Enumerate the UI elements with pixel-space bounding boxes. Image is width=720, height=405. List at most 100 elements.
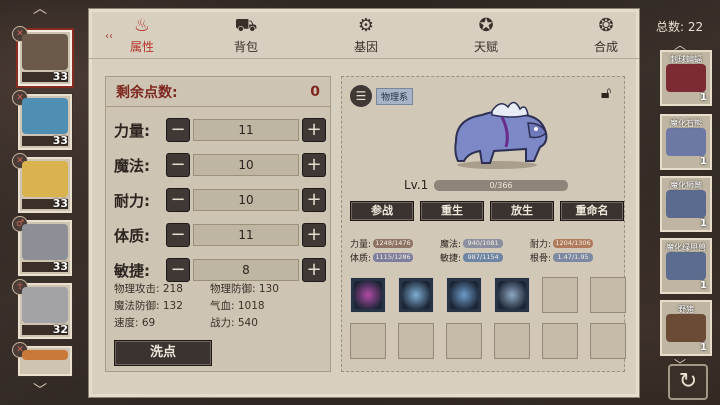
hero-card[interactable]: ✕ — [12, 342, 72, 376]
empty-skill-slot[interactable] — [350, 323, 386, 359]
main-panel: ‹‹ ♨ 属性 ⛟ 背包 ⚙ 基因 ✪ 天赋 ❂ 合成 剩余点数: 0 力量: −… — [88, 8, 640, 398]
pet-thumbnail — [666, 252, 706, 280]
pet-aptitude-bar: 1.47/1.95 — [553, 253, 594, 262]
flame-icon: ♨ — [133, 15, 151, 36]
tab-craft[interactable]: ❂ 合成 — [561, 13, 651, 57]
remaining-points-row: 剩余点数: 0 — [106, 77, 330, 107]
hero-portrait — [22, 350, 68, 360]
lock-icon[interactable]: 🔓︎ — [596, 83, 616, 105]
empty-skill-slot[interactable] — [398, 323, 434, 359]
pet-name: 魔化石熊 — [670, 119, 702, 128]
back-button[interactable]: ↻ — [668, 364, 708, 400]
increase-button[interactable]: + — [302, 223, 326, 247]
hero-list: ︿ ✕ 33 ✕ 33 ✕ 33 ♂ 33 ☥ 32 ✕ ﹀ — [4, 0, 76, 405]
decrease-button[interactable]: − — [166, 223, 190, 247]
empty-skill-slot[interactable] — [590, 277, 626, 313]
pet-aptitude-bar: 1248/1476 — [373, 239, 414, 248]
deploy-button[interactable]: 参战 — [350, 201, 414, 221]
pet-aptitude-label: 敏捷: — [440, 254, 462, 264]
increase-button[interactable]: + — [302, 258, 326, 282]
physical-defense: 物理防御: 130 — [210, 283, 279, 295]
hero-card[interactable]: ✕ 33 — [12, 90, 72, 150]
pet-card[interactable]: 野猪 1 — [660, 300, 712, 356]
attribute-label: 力量: — [114, 121, 150, 140]
skill-slot[interactable] — [398, 277, 434, 313]
increase-button[interactable]: + — [302, 188, 326, 212]
skill-slot[interactable] — [350, 277, 386, 313]
increase-button[interactable]: + — [302, 118, 326, 142]
decrease-button[interactable]: − — [166, 188, 190, 212]
empty-skill-slot[interactable] — [542, 323, 578, 359]
decrease-button[interactable]: − — [166, 118, 190, 142]
decrease-button[interactable]: − — [166, 153, 190, 177]
attribute-label: 耐力: — [114, 191, 150, 210]
attribute-label: 体质: — [114, 226, 150, 245]
pet-list: 总数: 22 ︿ 刺球蝙蝠1魔化石熊1魔化狮鹫1魔化绿甲兽1野猪1 ﹀ — [650, 0, 720, 405]
gene-icon: ⚙ — [357, 15, 375, 36]
pet-aptitude-bar: 1115/1286 — [373, 253, 414, 262]
skill-icon — [354, 281, 382, 309]
attribute-row-magic: 魔法: −10 + — [114, 152, 328, 178]
pet-thumbnail — [666, 314, 706, 342]
pet-level: 1 — [700, 92, 707, 103]
empty-skill-slot[interactable] — [494, 323, 530, 359]
pet-level: 1 — [700, 156, 707, 167]
tab-gene[interactable]: ⚙ 基因 — [321, 13, 411, 57]
empty-skill-slot[interactable] — [542, 277, 578, 313]
skill-grid — [350, 277, 626, 361]
hero-scroll-up-icon[interactable]: ︿ — [28, 2, 52, 16]
craft-icon: ❂ — [598, 15, 614, 36]
pet-card[interactable]: 魔化狮鹫 1 — [660, 176, 712, 232]
pet-thumbnail — [666, 190, 706, 218]
pet-exp-bar: 0/366 — [434, 179, 568, 191]
attribute-label: 敏捷: — [114, 261, 150, 280]
hero-scroll-down-icon[interactable]: ﹀ — [28, 384, 52, 398]
hero-card[interactable]: ☥ 32 — [12, 279, 72, 339]
physical-attack: 物理攻击: 218 — [114, 283, 183, 295]
hero-portrait — [22, 98, 68, 134]
empty-skill-slot[interactable] — [590, 323, 626, 359]
release-button[interactable]: 放生 — [490, 201, 554, 221]
pet-aptitude: 敏捷: 987/1154 — [440, 251, 504, 264]
pet-card[interactable]: 魔化石熊 1 — [660, 114, 712, 170]
decrease-button[interactable]: − — [166, 258, 190, 282]
pet-level: 1 — [700, 280, 707, 291]
empty-skill-slot[interactable] — [446, 323, 482, 359]
hero-card[interactable]: ✕ 33 — [12, 153, 72, 213]
pet-level: 1 — [700, 218, 707, 229]
tab-label: 天赋 — [473, 40, 498, 54]
tab-label: 属性 — [129, 40, 154, 54]
pet-card[interactable]: 刺球蝙蝠 1 — [660, 50, 712, 106]
hero-level: 33 — [52, 70, 68, 83]
attribute-row-agility: 敏捷: −8 + — [114, 257, 328, 283]
pet-card[interactable]: 魔化绿甲兽 1 — [660, 238, 712, 294]
hero-card[interactable]: ♂ 33 — [12, 216, 72, 276]
attribute-panel: 剩余点数: 0 力量: −11 + 魔法: −10 + 耐力: −10 + 体质: −11 + 敏捷: −… — [105, 76, 331, 372]
pet-level-row: Lv.1 0/366 — [404, 178, 568, 192]
pet-actions: 参战 重生 放生 重命名 — [350, 201, 624, 221]
hero-card[interactable]: ✕ 33 — [12, 26, 72, 86]
rename-button[interactable]: 重命名 — [560, 201, 624, 221]
rebirth-button[interactable]: 重生 — [420, 201, 484, 221]
pet-aptitude-label: 体质: — [350, 254, 372, 264]
tab-attributes[interactable]: ♨ 属性 — [97, 13, 187, 57]
list-icon[interactable]: ☰ — [350, 85, 372, 107]
hero-portrait — [22, 161, 68, 197]
increase-button[interactable]: + — [302, 153, 326, 177]
skill-slot[interactable] — [494, 277, 530, 313]
tab-backpack[interactable]: ⛟ 背包 — [201, 13, 291, 57]
combat-power: 战力: 540 — [210, 317, 258, 329]
skill-slot[interactable] — [446, 277, 482, 313]
pet-aptitude: 力量: 1248/1476 — [350, 237, 414, 250]
pet-name: 魔化狮鹫 — [670, 181, 702, 190]
remaining-points-value: 0 — [310, 83, 320, 100]
pet-aptitude: 体质: 1115/1286 — [350, 251, 414, 264]
tab-label: 背包 — [233, 40, 258, 54]
hp: 气血: 1018 — [210, 300, 265, 312]
attribute-row-constitution: 体质: −11 + — [114, 222, 328, 248]
tab-talent[interactable]: ✪ 天赋 — [441, 13, 531, 57]
skill-icon — [402, 281, 430, 309]
attribute-row-stamina: 耐力: −10 + — [114, 187, 328, 213]
attribute-value: 8 — [193, 259, 299, 281]
reset-points-button[interactable]: 洗点 — [114, 340, 212, 366]
